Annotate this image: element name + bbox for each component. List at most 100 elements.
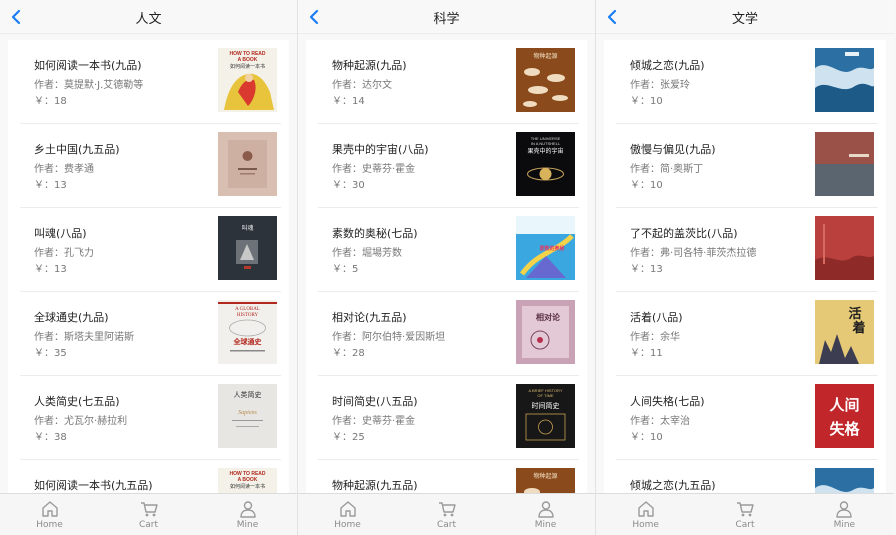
book-list-item[interactable]: 果壳中的宇宙(八品) 作者：史蒂芬·霍金 ￥：30 THE UNIVERSE I… bbox=[318, 124, 579, 208]
book-title: 叫魂(八品) bbox=[34, 227, 87, 240]
book-author: 作者：弗·司各特·菲茨杰拉德 bbox=[630, 248, 757, 259]
book-list-item[interactable]: 倾城之恋(九品) 作者：张爱玲 ￥：10 bbox=[616, 40, 878, 124]
book-list-item[interactable]: 物种起源(九五品) 物种起源 bbox=[318, 460, 579, 495]
tab-mine[interactable]: Mine bbox=[198, 494, 297, 535]
book-list-item[interactable]: 人间失格(七品) 作者：太宰治 ￥：10 人间 失格 bbox=[616, 376, 878, 460]
book-title: 傲慢与偏见(九品) bbox=[630, 143, 716, 156]
book-cover-image: 活 着 bbox=[815, 300, 874, 364]
book-list-item[interactable]: 素数的奥秘(七品) 作者：堀場芳数 ￥：5 素数的奥秘 bbox=[318, 208, 579, 292]
tab-mine[interactable]: Mine bbox=[496, 494, 595, 535]
cover-text: Sapiens bbox=[238, 410, 257, 416]
book-list-item[interactable]: 全球通史(九品) 作者：斯塔夫里阿诺斯 ￥：35 A GLOBAL HISTOR… bbox=[20, 292, 281, 376]
book-cover-image: A GLOBAL HISTORY 全球通史 bbox=[218, 300, 277, 364]
book-title: 如何阅读一本书(九品) bbox=[34, 59, 142, 72]
book-author: 作者：史蒂芬·霍金 bbox=[332, 416, 416, 427]
book-title: 时间简史(八五品) bbox=[332, 395, 418, 408]
home-icon bbox=[41, 501, 58, 517]
cover-text: 如何阅读一本书 bbox=[230, 483, 265, 490]
category-panel-humanities: 人文 如何阅读一本书(九品) 作者：莫提默·J.艾德勒等 ￥：18 HOW TO… bbox=[0, 0, 298, 535]
book-price: ￥：14 bbox=[332, 96, 365, 107]
book-cover-image: HOW TO READ A BOOK 如何阅读一本书 bbox=[218, 468, 277, 495]
book-author: 作者：简·奥斯丁 bbox=[630, 164, 704, 175]
book-list-item[interactable]: 倾城之恋(九五品) bbox=[616, 460, 878, 495]
navbar: 科学 bbox=[298, 0, 595, 34]
bottom-tabbar: Home Cart Mine bbox=[596, 493, 894, 535]
book-list-item[interactable]: 活着(八品) 作者：余华 ￥：11 活 着 bbox=[616, 292, 878, 376]
book-title: 果壳中的宇宙(八品) bbox=[332, 143, 429, 156]
book-price: ￥：25 bbox=[332, 432, 365, 443]
cart-icon bbox=[438, 502, 456, 517]
tab-home[interactable]: Home bbox=[596, 494, 695, 535]
cover-text: IN A NUTSHELL bbox=[531, 141, 561, 146]
tab-home[interactable]: Home bbox=[298, 494, 397, 535]
book-price: ￥：13 bbox=[630, 264, 663, 275]
cover-text: 如何阅读一本书 bbox=[230, 63, 265, 70]
book-cover-image: HOW TO READ A BOOK 如何阅读一本书 bbox=[218, 48, 277, 112]
tab-home[interactable]: Home bbox=[0, 494, 99, 535]
category-panel-science: 科学 物种起源(九品) 作者：达尔文 ￥：14 物种起源 果壳中的宇宙(八品) … bbox=[298, 0, 596, 535]
cover-text: 失格 bbox=[829, 420, 860, 438]
cover-text: A BOOK bbox=[238, 477, 258, 483]
page-title: 科学 bbox=[433, 12, 460, 27]
book-title: 相对论(九五品) bbox=[332, 311, 407, 324]
tab-label: Cart bbox=[138, 520, 159, 530]
book-author: 作者：尤瓦尔·赫拉利 bbox=[34, 416, 128, 427]
book-author: 作者：达尔文 bbox=[332, 80, 392, 91]
tab-mine[interactable]: Mine bbox=[795, 494, 894, 535]
book-title: 全球通史(九品) bbox=[34, 311, 109, 324]
category-panel-literature: 文学 倾城之恋(九品) 作者：张爱玲 ￥：10 傲慢与偏见(九品) 作者：简·奥… bbox=[596, 0, 894, 535]
book-price: ￥：13 bbox=[34, 180, 67, 191]
cover-text: OF TIME bbox=[537, 393, 553, 398]
tab-cart[interactable]: Cart bbox=[99, 494, 198, 535]
book-cover-image: 相对论 bbox=[516, 300, 575, 364]
tab-cart[interactable]: Cart bbox=[397, 494, 496, 535]
book-cover-image: 人类简史 Sapiens bbox=[218, 384, 277, 448]
cover-text: 果壳中的宇宙 bbox=[527, 147, 563, 155]
book-list-item[interactable]: 如何阅读一本书(九五品) HOW TO READ A BOOK 如何阅读一本书 bbox=[20, 460, 281, 495]
cover-text: 着 bbox=[851, 320, 865, 336]
book-title: 如何阅读一本书(九五品) bbox=[34, 479, 153, 492]
cover-text: A BOOK bbox=[238, 57, 258, 63]
cover-text: 人间 bbox=[829, 396, 859, 414]
book-list-item[interactable]: 人类简史(七五品) 作者：尤瓦尔·赫拉利 ￥：38 人类简史 Sapiens bbox=[20, 376, 281, 460]
book-list: 物种起源(九品) 作者：达尔文 ￥：14 物种起源 果壳中的宇宙(八品) 作者：… bbox=[306, 40, 587, 495]
book-author: 作者：孔飞力 bbox=[34, 248, 94, 259]
book-list-item[interactable]: 物种起源(九品) 作者：达尔文 ￥：14 物种起源 bbox=[318, 40, 579, 124]
book-title: 物种起源(九五品) bbox=[332, 479, 418, 492]
book-price: ￥：28 bbox=[332, 348, 365, 359]
book-price: ￥：38 bbox=[34, 432, 67, 443]
cover-text: 物种起源 bbox=[533, 52, 557, 60]
book-title: 了不起的盖茨比(八品) bbox=[630, 227, 738, 240]
book-list-item[interactable]: 乡土中国(九五品) 作者：费孝通 ￥：13 bbox=[20, 124, 281, 208]
book-author: 作者：太宰治 bbox=[630, 416, 690, 427]
navbar: 文学 bbox=[596, 0, 894, 34]
book-cover-image: 人间 失格 bbox=[815, 384, 874, 448]
book-list-item[interactable]: 时间简史(八五品) 作者：史蒂芬·霍金 ￥：25 A BRIEF HISTORY… bbox=[318, 376, 579, 460]
book-list-item[interactable]: 相对论(九五品) 作者：阿尔伯特·爱因斯坦 ￥：28 相对论 bbox=[318, 292, 579, 376]
book-list-item[interactable]: 傲慢与偏见(九品) 作者：简·奥斯丁 ￥：10 bbox=[616, 124, 878, 208]
book-author: 作者：莫提默·J.艾德勒等 bbox=[34, 80, 144, 91]
book-price: ￥：10 bbox=[630, 180, 663, 191]
page-title: 人文 bbox=[135, 12, 162, 27]
tab-label: Mine bbox=[534, 520, 557, 530]
book-list-item[interactable]: 了不起的盖茨比(八品) 作者：弗·司各特·菲茨杰拉德 ￥：13 bbox=[616, 208, 878, 292]
book-list-item[interactable]: 如何阅读一本书(九品) 作者：莫提默·J.艾德勒等 ￥：18 HOW TO RE… bbox=[20, 40, 281, 124]
book-title: 人类简史(七五品) bbox=[34, 395, 120, 408]
tab-label: Home bbox=[632, 520, 659, 530]
book-cover-image: THE UNIVERSE IN A NUTSHELL 果壳中的宇宙 bbox=[516, 132, 575, 196]
user-icon bbox=[836, 501, 853, 518]
book-list: 如何阅读一本书(九品) 作者：莫提默·J.艾德勒等 ￥：18 HOW TO RE… bbox=[8, 40, 289, 495]
book-list-item[interactable]: 叫魂(八品) 作者：孔飞力 ￥：13 叫魂 bbox=[20, 208, 281, 292]
tab-label: Mine bbox=[833, 520, 856, 530]
book-title: 活着(八品) bbox=[630, 311, 683, 324]
cover-text: 相对论 bbox=[536, 312, 561, 322]
book-cover-image bbox=[815, 132, 874, 196]
tab-cart[interactable]: Cart bbox=[695, 494, 794, 535]
book-title: 人间失格(七品) bbox=[630, 395, 705, 408]
home-icon bbox=[637, 501, 654, 517]
book-cover-image bbox=[218, 132, 277, 196]
cover-text: 物种起源 bbox=[533, 472, 557, 480]
user-icon bbox=[239, 501, 256, 518]
book-author: 作者：费孝通 bbox=[34, 164, 94, 175]
cover-text: HISTORY bbox=[237, 313, 259, 318]
